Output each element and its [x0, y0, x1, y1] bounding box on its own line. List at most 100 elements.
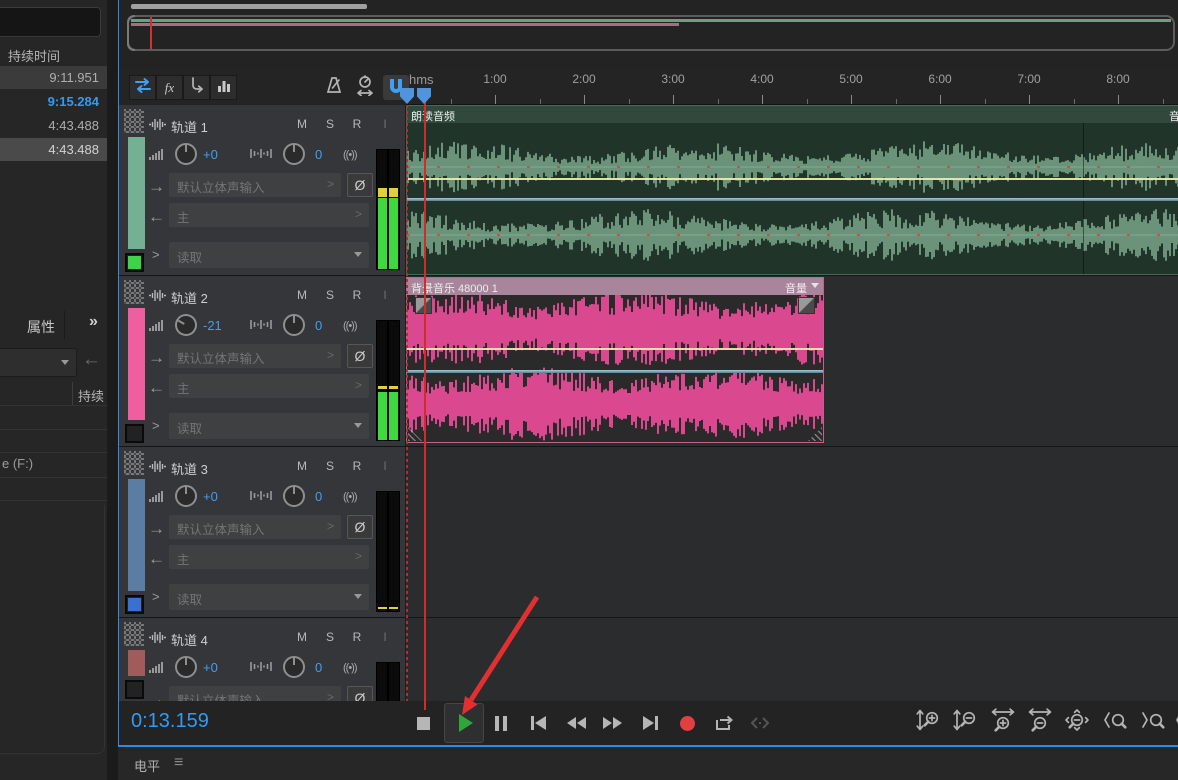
arm-record-button[interactable]: R: [350, 117, 364, 131]
solo-button[interactable]: S: [323, 288, 337, 302]
search-input[interactable]: [0, 7, 101, 37]
output-select[interactable]: 主>: [169, 374, 369, 398]
filter-dropdown[interactable]: [0, 348, 77, 377]
zoom-in-vertical-button[interactable]: [914, 708, 944, 732]
volume-knob[interactable]: [175, 485, 197, 507]
pan-value[interactable]: 0: [315, 489, 322, 504]
clip-header[interactable]: 背景音乐 48000 1 音量: [407, 278, 823, 295]
clip-header[interactable]: 朗读音频 音: [407, 106, 1178, 123]
arm-record-button[interactable]: R: [350, 288, 364, 302]
record-button[interactable]: [672, 701, 702, 745]
zoom-out-vertical-button[interactable]: [951, 708, 981, 732]
volume-value[interactable]: +0: [203, 660, 218, 675]
duration-column-label[interactable]: 持续: [66, 386, 104, 405]
chevron-right-icon[interactable]: >: [152, 247, 160, 262]
horizontal-scrollbar-thumb[interactable]: [131, 4, 367, 9]
zoom-to-out-point-button[interactable]: [1138, 708, 1168, 732]
pan-knob[interactable]: [283, 314, 305, 336]
input-monitoring-icon[interactable]: ((•)): [343, 149, 357, 161]
input-select[interactable]: 默认立体声输入>: [169, 344, 341, 368]
track-lane[interactable]: [406, 618, 1178, 702]
zoom-to-selection-button[interactable]: [1172, 708, 1178, 732]
panel-menu-icon[interactable]: ≡: [174, 754, 183, 772]
arm-record-button[interactable]: R: [350, 459, 364, 473]
clip-volume-label[interactable]: 音: [1169, 108, 1178, 124]
phase-invert-button[interactable]: Ø: [347, 173, 373, 197]
skip-selection-button[interactable]: [745, 701, 775, 745]
automation-mode-select[interactable]: 读取: [169, 413, 369, 439]
drive-row[interactable]: e (F:): [2, 456, 33, 471]
track-color-chip[interactable]: [125, 680, 144, 699]
clip[interactable]: 朗读音频 音: [406, 105, 1178, 275]
input-monitor-button[interactable]: I: [378, 459, 392, 473]
input-monitoring-icon[interactable]: ((•)): [343, 320, 357, 332]
track-color-chip[interactable]: [125, 253, 144, 272]
volume-value[interactable]: +0: [203, 489, 218, 504]
volume-envelope-line[interactable]: [407, 348, 823, 350]
clip[interactable]: 背景音乐 48000 1 音量: [406, 277, 824, 443]
snap-time-toggle-button[interactable]: [352, 75, 378, 100]
volume-envelope-line[interactable]: [407, 178, 1178, 180]
mute-button[interactable]: M: [295, 288, 309, 302]
play-button[interactable]: [449, 701, 479, 745]
panel-overflow-chevron-icon[interactable]: »: [89, 313, 98, 331]
track-name[interactable]: 轨道 2: [171, 288, 208, 307]
track-drag-handle-icon[interactable]: [124, 109, 144, 133]
output-select[interactable]: 主>: [169, 545, 369, 569]
track-lane[interactable]: 朗读音频 音: [406, 105, 1178, 275]
pan-knob[interactable]: [283, 485, 305, 507]
navigator-playhead[interactable]: [150, 17, 152, 49]
phase-invert-button[interactable]: Ø: [347, 515, 373, 539]
pan-knob[interactable]: [283, 143, 305, 165]
input-select[interactable]: 默认立体声输入>: [169, 515, 341, 539]
volume-knob[interactable]: [175, 656, 197, 678]
zoom-to-in-point-button[interactable]: [1100, 708, 1130, 732]
input-monitor-button[interactable]: I: [378, 117, 392, 131]
volume-value[interactable]: +0: [203, 147, 218, 162]
playhead-time-display[interactable]: 0:13.159: [131, 710, 209, 733]
chevron-right-icon[interactable]: >: [152, 589, 160, 604]
track-lane[interactable]: 背景音乐 48000 1 音量: [406, 276, 1178, 446]
solo-button[interactable]: S: [323, 630, 337, 644]
file-row-duration[interactable]: 4:43.488: [0, 138, 107, 161]
clip-volume-label[interactable]: 音量: [785, 280, 819, 296]
rewind-button[interactable]: [561, 701, 591, 745]
input-select[interactable]: 默认立体声输入>: [169, 173, 341, 197]
track-drag-handle-icon[interactable]: [124, 451, 144, 475]
volume-value[interactable]: -21: [203, 318, 222, 333]
mute-button[interactable]: M: [295, 630, 309, 644]
pan-value[interactable]: 0: [315, 660, 322, 675]
loop-playback-button[interactable]: [709, 701, 739, 745]
back-arrow-icon[interactable]: ←: [82, 349, 101, 371]
input-monitoring-icon[interactable]: ((•)): [343, 491, 357, 503]
playhead-line[interactable]: [424, 89, 426, 710]
eq-toggle-button[interactable]: [210, 75, 237, 100]
go-to-start-button[interactable]: [523, 701, 553, 745]
solo-button[interactable]: S: [323, 459, 337, 473]
file-row-duration[interactable]: 9:11.951: [0, 66, 107, 89]
phase-invert-button[interactable]: Ø: [347, 344, 373, 368]
solo-button[interactable]: S: [323, 117, 337, 131]
fast-forward-button[interactable]: [597, 701, 627, 745]
track-name[interactable]: 轨道 4: [171, 630, 208, 649]
mute-button[interactable]: M: [295, 459, 309, 473]
levels-panel-title[interactable]: 电平: [134, 756, 160, 775]
pan-knob[interactable]: [283, 656, 305, 678]
sends-toggle-button[interactable]: [183, 75, 210, 100]
track-color-chip[interactable]: [125, 424, 144, 443]
automation-mode-select[interactable]: 读取: [169, 584, 369, 610]
pan-value[interactable]: 0: [315, 318, 322, 333]
pan-value[interactable]: 0: [315, 147, 322, 162]
automation-mode-select[interactable]: 读取: [169, 242, 369, 268]
duration-column-header[interactable]: 持续时间: [8, 46, 60, 65]
track-name[interactable]: 轨道 3: [171, 459, 208, 478]
zoom-out-full-button[interactable]: [1062, 708, 1092, 732]
volume-knob[interactable]: [171, 310, 201, 340]
pause-button[interactable]: [486, 701, 516, 745]
input-monitoring-icon[interactable]: ((•)): [343, 662, 357, 674]
track-color-chip[interactable]: [125, 595, 144, 614]
go-to-end-button[interactable]: [635, 701, 665, 745]
chevron-right-icon[interactable]: >: [152, 418, 160, 433]
input-monitor-button[interactable]: I: [378, 288, 392, 302]
fade-out-handle[interactable]: [798, 297, 815, 314]
